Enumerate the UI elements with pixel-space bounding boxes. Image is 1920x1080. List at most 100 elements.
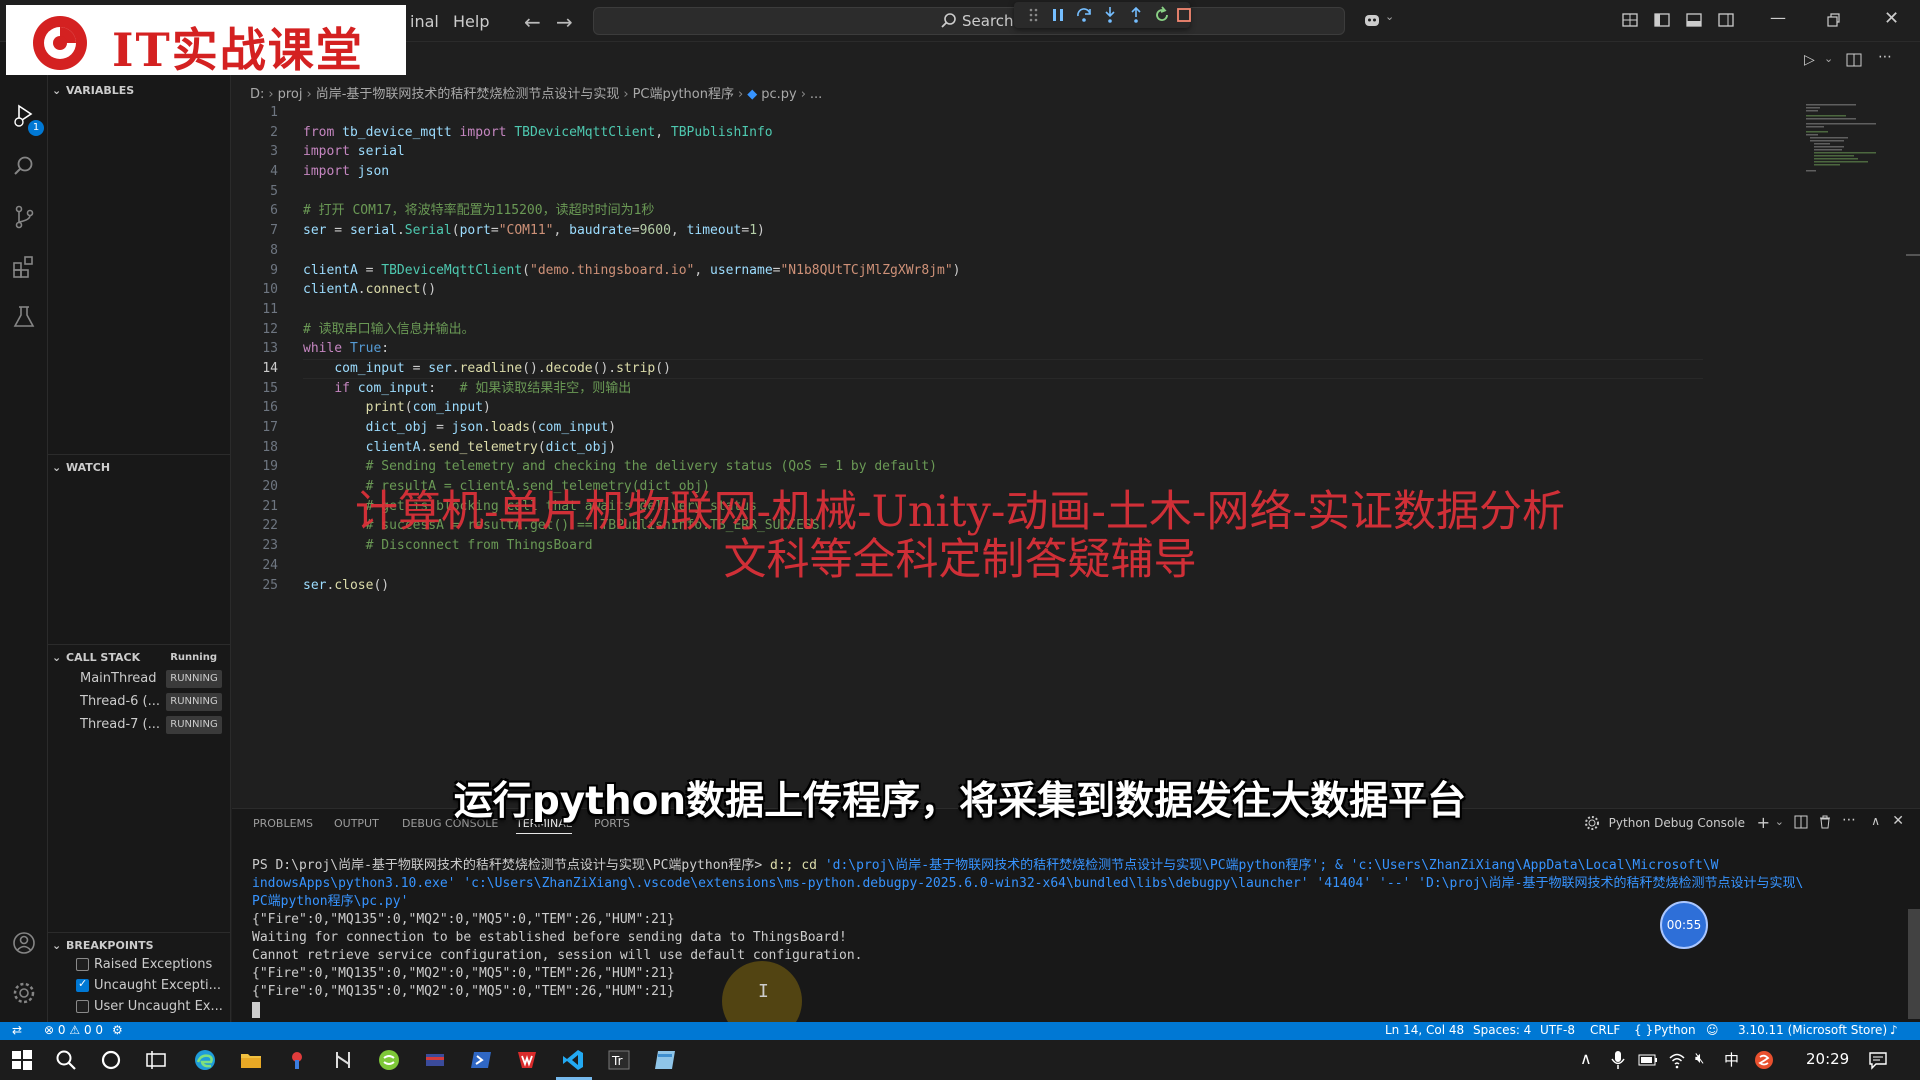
line-ending[interactable]: CRLF — [1590, 1023, 1620, 1037]
step-out-icon[interactable] — [1126, 5, 1146, 25]
line-number[interactable]: 16 — [232, 398, 278, 418]
indentation[interactable]: Spaces: 4 — [1473, 1023, 1531, 1037]
line-number[interactable]: 1 — [232, 103, 278, 123]
search-icon[interactable] — [11, 154, 37, 180]
notification-center-icon[interactable] — [1868, 1050, 1888, 1070]
volume-muted-icon[interactable]: 🔇︎ — [1695, 1049, 1704, 1067]
split-editor-icon[interactable] — [1846, 52, 1862, 68]
problems-status[interactable]: ⊗ 0 ⚠ 0 0 — [44, 1023, 103, 1037]
code-line[interactable]: import serial — [303, 142, 1703, 162]
minimap[interactable] — [1806, 102, 1896, 182]
code-line[interactable]: # 读取串口输入信息并输出。 — [303, 320, 1703, 340]
breakpoint-row[interactable]: User Uncaught Ex... — [48, 997, 231, 1017]
code-line[interactable]: if com_input: # 如果读取结果非空，则输出 — [303, 379, 1703, 399]
line-number[interactable]: 13 — [232, 339, 278, 359]
callstack-section-header[interactable]: ⌄ CALL STACK Running — [52, 651, 227, 664]
code-line[interactable] — [303, 241, 1703, 261]
copilot-status-icon[interactable]: ☺ — [1706, 1023, 1719, 1037]
settings-gear-icon[interactable] — [11, 980, 37, 1006]
sogou-ime-icon[interactable] — [1754, 1050, 1774, 1070]
line-number[interactable]: 7 — [232, 221, 278, 241]
account-icon[interactable] — [11, 930, 37, 956]
code-line[interactable]: # Sending telemetry and checking the del… — [303, 457, 1703, 477]
line-number[interactable]: 2 — [232, 123, 278, 143]
search-icon[interactable] — [54, 1048, 78, 1072]
wps-office-icon[interactable] — [515, 1048, 539, 1072]
line-number[interactable]: 9 — [232, 261, 278, 281]
line-number[interactable]: 6 — [232, 201, 278, 221]
toggle-panel-icon[interactable] — [1684, 10, 1704, 30]
stop-icon[interactable] — [1174, 5, 1194, 25]
ime-indicator[interactable]: 中 — [1724, 1049, 1739, 1070]
system-clock[interactable]: 20:29 — [1806, 1050, 1849, 1068]
step-into-icon[interactable] — [1100, 5, 1120, 25]
copilot-icon[interactable] — [1362, 10, 1382, 30]
microphone-icon[interactable] — [1610, 1050, 1626, 1070]
code-line[interactable] — [303, 103, 1703, 123]
breadcrumb-item[interactable]: ... — [810, 87, 822, 102]
wifi-icon[interactable] — [1668, 1051, 1686, 1069]
code-line[interactable]: import json — [303, 162, 1703, 182]
line-number[interactable]: 12 — [232, 320, 278, 340]
breakpoint-row[interactable]: Uncaught Excepti... — [48, 976, 231, 996]
typora-icon[interactable]: Tr — [607, 1048, 631, 1072]
code-line[interactable]: while True: — [303, 339, 1703, 359]
chevron-down-icon[interactable]: ⌄ — [1824, 52, 1833, 65]
breakpoint-row[interactable]: Raised Exceptions — [48, 955, 231, 975]
code-line[interactable] — [303, 300, 1703, 320]
thread-row[interactable]: Thread-7 (... RUNNING — [48, 714, 231, 736]
connect-app-icon[interactable] — [331, 1048, 355, 1072]
code-line[interactable]: clientA.connect() — [303, 280, 1703, 300]
breadcrumb-item[interactable]: D: — [250, 87, 264, 102]
code-line[interactable]: print(com_input) — [303, 398, 1703, 418]
breakpoint-checkbox[interactable] — [76, 977, 89, 992]
variables-section-header[interactable]: ⌄ VARIABLES — [52, 84, 134, 97]
watch-section-header[interactable]: ⌄ WATCH — [52, 461, 110, 474]
breadcrumb-item[interactable]: 尚岸-基于物联网技术的秸秆焚烧检测节点设计与实现 — [316, 87, 620, 102]
wechat-like-icon[interactable] — [377, 1048, 401, 1072]
debug-status-icon[interactable]: ⚙ — [112, 1023, 123, 1037]
encoding[interactable]: UTF-8 — [1540, 1023, 1575, 1037]
battery-icon[interactable] — [1638, 1053, 1658, 1067]
terminal-scrollbar[interactable] — [1908, 909, 1920, 1019]
language-mode[interactable]: Python — [1654, 1023, 1696, 1037]
chevron-down-icon[interactable]: ⌄ — [1385, 10, 1394, 23]
line-number[interactable]: 11 — [232, 300, 278, 320]
line-number[interactable]: 19 — [232, 457, 278, 477]
restore-icon[interactable] — [1823, 10, 1843, 30]
code-line[interactable]: clientA = TBDeviceMqttClient("demo.thing… — [303, 261, 1703, 281]
thread-row[interactable]: Thread-6 (... RUNNING — [48, 691, 231, 713]
step-over-icon[interactable] — [1074, 5, 1094, 25]
code-line[interactable]: clientA.send_telemetry(dict_obj) — [303, 438, 1703, 458]
restart-icon[interactable] — [1152, 5, 1172, 25]
cortana-icon[interactable] — [99, 1048, 123, 1072]
edge-browser-icon[interactable] — [193, 1048, 217, 1072]
breadcrumb-item[interactable]: PC端python程序 — [633, 87, 734, 102]
line-number[interactable]: 14 — [232, 359, 278, 379]
file-explorer-icon[interactable] — [239, 1048, 263, 1072]
code-line[interactable]: com_input = ser.readline().decode().stri… — [303, 359, 1703, 379]
breakpoint-checkbox[interactable] — [76, 958, 89, 971]
remote-icon[interactable]: ⇄ — [12, 1023, 22, 1037]
menu-help[interactable]: Help — [453, 12, 489, 31]
code-line[interactable]: # 打开 COM17，将波特率配置为115200，读超时时间为1秒 — [303, 201, 1703, 221]
menu-terminal[interactable]: inal — [410, 12, 439, 31]
close-icon[interactable]: ✕ — [1884, 8, 1899, 29]
breadcrumb-item[interactable]: pc.py — [761, 87, 796, 102]
minimize-icon[interactable]: — — [1770, 8, 1786, 27]
line-number[interactable]: 5 — [232, 182, 278, 202]
code-line[interactable]: from tb_device_mqtt import TBDeviceMqttC… — [303, 123, 1703, 143]
thread-row[interactable]: MainThread RUNNING — [48, 668, 231, 690]
line-number[interactable]: 15 — [232, 379, 278, 399]
line-number[interactable]: 4 — [232, 162, 278, 182]
customize-layout-icon[interactable] — [1620, 10, 1640, 30]
code-line[interactable]: dict_obj = json.loads(com_input) — [303, 418, 1703, 438]
code-line[interactable] — [303, 182, 1703, 202]
back-arrow-icon[interactable]: ← — [524, 10, 541, 34]
app-icon[interactable] — [285, 1048, 309, 1072]
line-number[interactable]: 17 — [232, 418, 278, 438]
python-interpreter[interactable]: 3.10.11 (Microsoft Store) — [1738, 1023, 1887, 1037]
powershell-icon[interactable] — [469, 1048, 493, 1072]
vscode-icon[interactable] — [561, 1048, 585, 1072]
forward-arrow-icon[interactable]: → — [556, 10, 573, 34]
